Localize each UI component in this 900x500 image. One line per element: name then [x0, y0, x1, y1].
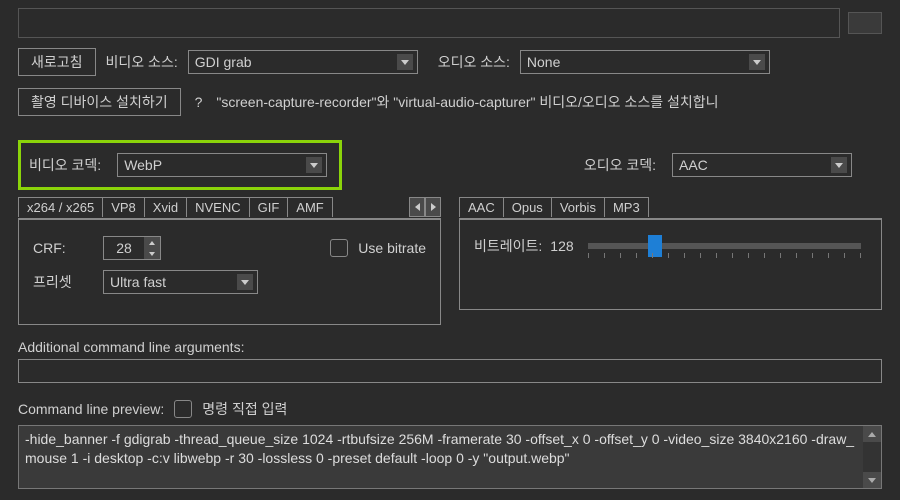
- install-device-button[interactable]: 촬영 디바이스 설치하기: [18, 88, 181, 116]
- top-text-input[interactable]: [18, 8, 840, 38]
- video-source-select[interactable]: GDI grab: [188, 50, 418, 74]
- video-codec-label: 비디오 코덱:: [29, 155, 101, 175]
- refresh-button[interactable]: 새로고침: [18, 48, 96, 76]
- bitrate-slider[interactable]: [588, 243, 861, 249]
- slider-ticks: [588, 253, 861, 259]
- scrollbar[interactable]: [863, 426, 881, 488]
- dropdown-arrow-icon: [237, 274, 253, 290]
- tab-amf[interactable]: AMF: [287, 197, 332, 217]
- crf-stepper[interactable]: [103, 236, 161, 260]
- video-codec-highlight: 비디오 코덱: WebP: [18, 140, 342, 190]
- crf-label: CRF:: [33, 240, 93, 256]
- cmd-preview-label: Command line preview:: [18, 401, 164, 417]
- additional-args-label: Additional command line arguments:: [18, 339, 244, 355]
- tab-scroll-left-icon[interactable]: [409, 197, 425, 217]
- bitrate-label: 비트레이트:: [474, 236, 542, 256]
- audio-codec-tabs: AAC Opus Vorbis MP3: [459, 197, 882, 217]
- preset-value: Ultra fast: [110, 274, 166, 290]
- dropdown-arrow-icon: [306, 157, 322, 173]
- cmd-preview-textarea[interactable]: -hide_banner -f gdigrab -thread_queue_si…: [18, 425, 882, 489]
- manual-input-label: 명령 직접 입력: [202, 399, 287, 419]
- video-codec-select[interactable]: WebP: [117, 153, 327, 177]
- dropdown-arrow-icon: [749, 54, 765, 70]
- tab-xvid[interactable]: Xvid: [144, 197, 187, 217]
- tab-opus[interactable]: Opus: [503, 197, 552, 217]
- use-bitrate-label: Use bitrate: [358, 240, 426, 256]
- spinner-up-icon[interactable]: [144, 237, 160, 248]
- audio-source-select[interactable]: None: [520, 50, 770, 74]
- audio-source-label: 오디오 소스:: [438, 52, 510, 72]
- crf-value-input[interactable]: [104, 237, 144, 259]
- audio-codec-label: 오디오 코덱:: [584, 155, 656, 175]
- video-codec-value: WebP: [124, 157, 162, 173]
- use-bitrate-checkbox[interactable]: [330, 239, 348, 257]
- tab-scroll-right-icon[interactable]: [425, 197, 441, 217]
- install-hint-text: "screen-capture-recorder"와 "virtual-audi…: [216, 92, 718, 112]
- cmd-preview-text: -hide_banner -f gdigrab -thread_queue_si…: [25, 430, 875, 468]
- audio-codec-value: AAC: [679, 157, 708, 173]
- audio-source-value: None: [527, 54, 560, 70]
- help-icon[interactable]: ?: [191, 94, 207, 110]
- video-codec-tabs: x264 / x265 VP8 Xvid NVENC GIF AMF: [18, 197, 441, 217]
- video-source-value: GDI grab: [195, 54, 252, 70]
- video-source-label: 비디오 소스:: [106, 52, 178, 72]
- scroll-down-icon[interactable]: [863, 472, 881, 488]
- tab-aac[interactable]: AAC: [459, 197, 504, 217]
- tab-vp8[interactable]: VP8: [102, 197, 145, 217]
- scroll-up-icon[interactable]: [863, 426, 881, 442]
- audio-codec-select[interactable]: AAC: [672, 153, 852, 177]
- manual-input-checkbox[interactable]: [174, 400, 192, 418]
- preset-select[interactable]: Ultra fast: [103, 270, 258, 294]
- bitrate-value: 128: [550, 238, 573, 254]
- top-side-button[interactable]: [848, 12, 882, 34]
- tab-nvenc[interactable]: NVENC: [186, 197, 250, 217]
- preset-label: 프리셋: [33, 272, 93, 292]
- tab-gif[interactable]: GIF: [249, 197, 289, 217]
- tab-vorbis[interactable]: Vorbis: [551, 197, 605, 217]
- tab-mp3[interactable]: MP3: [604, 197, 649, 217]
- additional-args-input[interactable]: [18, 359, 882, 383]
- dropdown-arrow-icon: [831, 157, 847, 173]
- dropdown-arrow-icon: [397, 54, 413, 70]
- scroll-track[interactable]: [863, 442, 881, 472]
- tab-x264-x265[interactable]: x264 / x265: [18, 197, 103, 217]
- spinner-down-icon[interactable]: [144, 248, 160, 259]
